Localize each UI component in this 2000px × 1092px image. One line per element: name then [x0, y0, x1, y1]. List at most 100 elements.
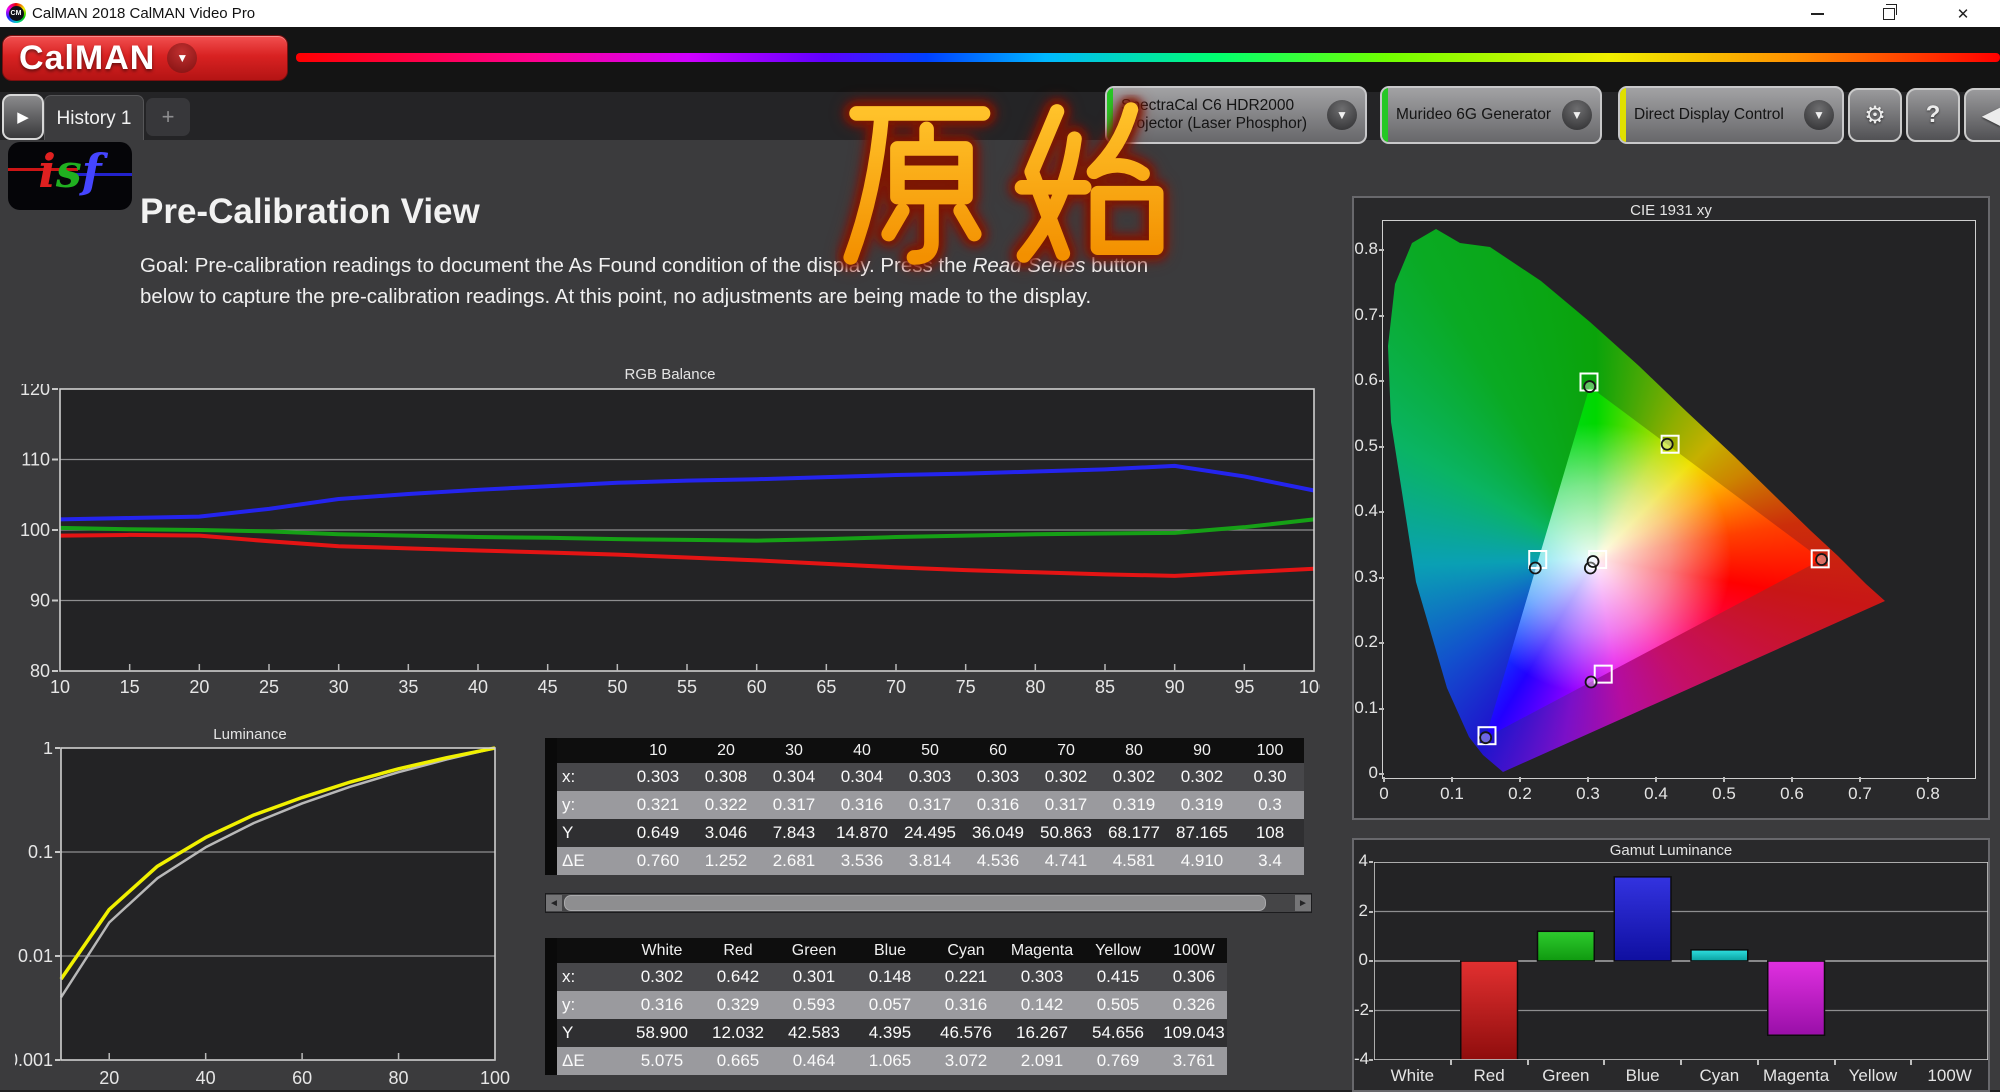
cell: 0.317: [760, 791, 828, 819]
y-tick-label: 1: [43, 742, 53, 758]
cell: 109.043: [1156, 1019, 1227, 1047]
cell: 0.317: [1032, 791, 1100, 819]
y-tick-label: 0.3: [1354, 567, 1378, 587]
tab-history-1[interactable]: History 1: [44, 95, 144, 141]
cell: 4.741: [1032, 847, 1100, 875]
x-tick-label: 0.3: [1571, 784, 1605, 804]
x-tick: [1791, 777, 1793, 782]
x-tick-label: 0.6: [1775, 784, 1809, 804]
x-tick-label: 75: [956, 677, 976, 696]
x-tick-label: 20: [99, 1068, 119, 1087]
x-tick: [1859, 777, 1861, 782]
bar-cyan: [1691, 950, 1748, 961]
scroll-left-arrow[interactable]: ◄: [546, 895, 562, 911]
cell: 0.302: [1168, 763, 1236, 791]
x-tick: [1757, 1060, 1759, 1065]
cell: 58.900: [624, 1019, 700, 1047]
cell: 7.843: [760, 819, 828, 847]
chevron-down-icon[interactable]: ▼: [1327, 100, 1357, 130]
table-scrollbar[interactable]: ◄ ►: [545, 893, 1312, 913]
help-button[interactable]: ?: [1906, 88, 1960, 142]
y-tick-label: 0: [1354, 763, 1378, 783]
cie-title: CIE 1931 xy: [1354, 202, 1988, 219]
category-label-100w: 100W: [1911, 1066, 1988, 1086]
x-tick-label: 55: [677, 677, 697, 696]
close-button[interactable]: ✕: [1940, 0, 1986, 27]
gutter: [545, 991, 557, 1019]
y-tick-label: 100: [20, 520, 50, 540]
cell: 0.316: [624, 991, 700, 1019]
scrollbar-thumb[interactable]: [564, 895, 1266, 911]
y-tick-label: 0.4: [1354, 501, 1378, 521]
cell: 0.3: [1236, 791, 1304, 819]
scroll-right-arrow[interactable]: ►: [1295, 895, 1311, 911]
x-tick-label: 10: [50, 677, 70, 696]
settings-button[interactable]: ⚙: [1848, 88, 1902, 142]
cell: 1.065: [852, 1047, 928, 1075]
minimize-button[interactable]: [1794, 0, 1840, 27]
cell: 0.303: [1004, 963, 1080, 991]
chevron-down-icon[interactable]: ▼: [1562, 100, 1592, 130]
page-title: Pre-Calibration View: [140, 192, 480, 232]
measured-red: [1816, 554, 1827, 565]
table-row: x: CIE310.3020.6420.3010.1480.2210.3030.…: [545, 963, 1227, 991]
cell: 4.395: [852, 1019, 928, 1047]
calman-menu-button[interactable]: CalMAN ▼: [2, 35, 288, 81]
cell: 0.593: [776, 991, 852, 1019]
cell: 0.308: [692, 763, 760, 791]
maximize-button[interactable]: [1866, 0, 1912, 27]
cell: 0.319: [1100, 791, 1168, 819]
source-dropdown-label: Murideo 6G Generator: [1388, 104, 1562, 126]
cell: 0.304: [828, 763, 896, 791]
y-tick-label: 0.001: [15, 1050, 53, 1070]
x-tick-label: 0.8: [1911, 784, 1945, 804]
app-icon: CM: [6, 3, 26, 23]
cell: 50.863: [1032, 819, 1100, 847]
category-label-magenta: Magenta: [1758, 1066, 1835, 1086]
add-tab-button[interactable]: +: [146, 98, 190, 136]
row-label: ΔE 2000: [557, 1047, 624, 1075]
x-tick-label: 45: [538, 677, 558, 696]
y-tick: [1369, 1010, 1373, 1012]
y-tick: [1369, 1059, 1373, 1061]
measured-cyan: [1530, 563, 1541, 574]
cell: 0.322: [692, 791, 760, 819]
workflow-nav-button[interactable]: ▶: [2, 94, 44, 140]
row-label: y: CIE31: [557, 791, 624, 819]
gutter: [545, 963, 557, 991]
x-tick: [1834, 1060, 1836, 1065]
y-tick-label: 2: [1354, 901, 1368, 921]
display-dropdown-label: Direct Display Control: [1626, 104, 1804, 126]
column-header: Blue: [852, 938, 928, 963]
calman-logo: CalMAN: [3, 39, 155, 78]
chevron-down-icon[interactable]: ▼: [1804, 100, 1834, 130]
x-tick-label: 25: [259, 677, 279, 696]
x-tick-label: 30: [329, 677, 349, 696]
row-label: x: CIE31: [557, 963, 624, 991]
y-tick-label: 80: [30, 661, 50, 681]
measured-green: [1584, 381, 1595, 392]
y-tick-label: 110: [21, 450, 50, 470]
x-tick-label: 35: [398, 677, 418, 696]
x-tick-label: 70: [886, 677, 906, 696]
y-tick-label: 0.5: [1354, 436, 1378, 456]
collapse-panel-button[interactable]: ◀: [1964, 88, 2000, 142]
play-icon: ▶: [17, 108, 29, 126]
plus-icon: +: [162, 104, 175, 130]
y-tick: [1379, 773, 1384, 775]
display-control-dropdown[interactable]: Direct Display Control ▼: [1618, 86, 1844, 144]
cell: 0.319: [1168, 791, 1236, 819]
table-row: Y58.90012.03242.5834.39546.57616.26754.6…: [545, 1019, 1227, 1047]
x-tick: [1723, 777, 1725, 782]
title-bar: CM CalMAN 2018 CalMAN Video Pro ✕: [0, 0, 2000, 27]
cell: 0.316: [828, 791, 896, 819]
y-tick-label: -4: [1354, 1049, 1368, 1069]
gear-icon: ⚙: [1864, 101, 1886, 130]
y-tick: [1379, 577, 1384, 579]
app-icon-text: CM: [9, 6, 24, 21]
source-dropdown[interactable]: Murideo 6G Generator ▼: [1380, 86, 1602, 144]
cell: 3.072: [928, 1047, 1004, 1075]
rgb-balance-chart: 1201101009080101520253035404550556065707…: [20, 384, 1320, 696]
cell: 0.321: [624, 791, 692, 819]
cell: 3.761: [1156, 1047, 1227, 1075]
